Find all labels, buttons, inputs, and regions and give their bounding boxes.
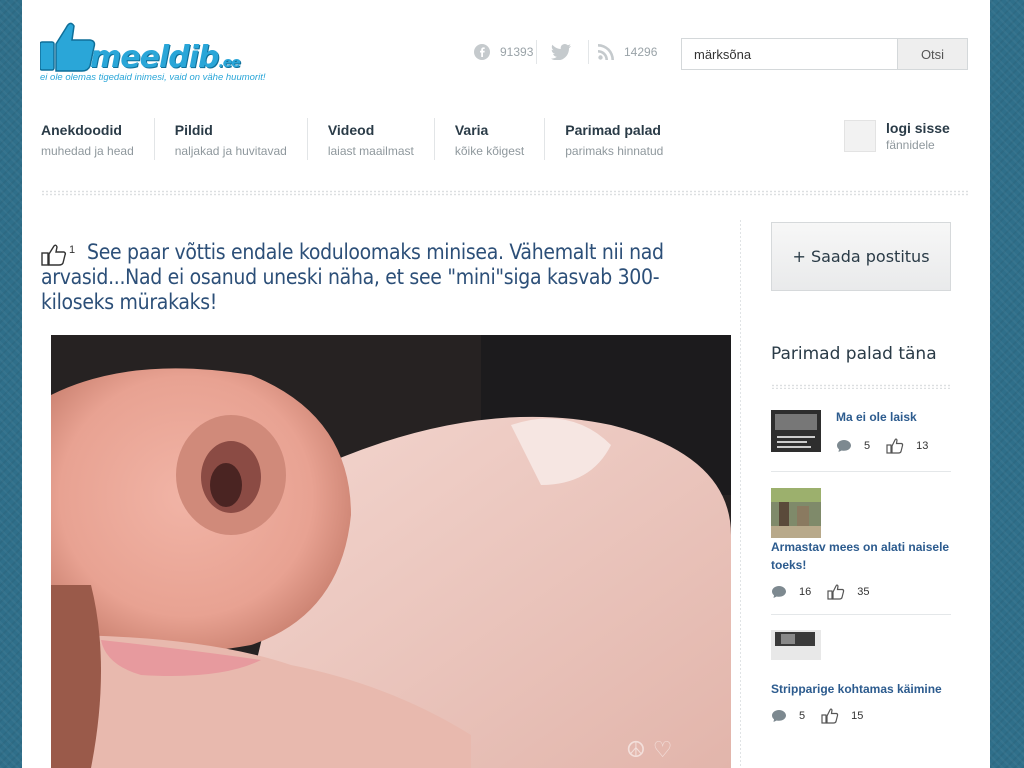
logo-word: meeldib xyxy=(90,40,219,75)
divider xyxy=(771,471,951,472)
comment-icon xyxy=(772,586,786,598)
item-thumbnail[interactable] xyxy=(771,630,821,660)
column-divider xyxy=(740,220,741,768)
avatar xyxy=(844,120,876,152)
like-count: 15 xyxy=(851,710,864,722)
logo-wordmark: meeldib.ee xyxy=(90,40,241,75)
nav-item-varia[interactable]: Varia kõike kõigest xyxy=(454,118,546,160)
nav-item-title: Pildid xyxy=(174,122,213,138)
item-title[interactable]: Stripparige kohtamas käimine xyxy=(771,680,951,698)
nav-item-subtitle: kõike kõigest xyxy=(454,144,525,158)
like-count: 13 xyxy=(916,440,929,452)
logo-tld: .ee xyxy=(218,55,240,71)
item-meta: 5 13 xyxy=(836,438,928,454)
svg-text:☮ ♡: ☮ ♡ xyxy=(626,738,672,763)
nav-item-subtitle: parimaks hinnatud xyxy=(565,144,664,158)
item-thumbnail[interactable] xyxy=(771,410,821,452)
twitter-icon xyxy=(551,44,571,60)
main-nav: Anekdoodid muhedad ja head Pildid naljak… xyxy=(41,118,703,160)
rss-count: 14296 xyxy=(624,45,658,59)
submit-post-button[interactable]: + Saada postitus xyxy=(771,222,951,291)
search-button[interactable]: Otsi xyxy=(897,39,967,69)
post-header: 1 See paar võttis endale koduloomaks min… xyxy=(41,240,721,315)
list-item[interactable]: Armastav mees on alati naisele toeks! 16… xyxy=(771,488,951,600)
thumbnail-image xyxy=(771,488,821,538)
item-meta: 5 15 xyxy=(771,708,951,724)
nav-item-parimad-palad[interactable]: Parimad palad parimaks hinnatud xyxy=(565,118,683,160)
section-divider xyxy=(771,384,951,389)
item-title[interactable]: Armastav mees on alati naisele toeks! xyxy=(771,538,951,574)
nav-item-title: Videod xyxy=(327,122,375,138)
nav-item-title: Anekdoodid xyxy=(41,122,122,138)
nav-item-pildid[interactable]: Pildid naljakad ja huvitavad xyxy=(175,118,308,160)
list-item[interactable]: Stripparige kohtamas käimine 5 15 xyxy=(771,630,951,724)
thumbs-up-icon xyxy=(41,244,67,266)
thumbnail-image xyxy=(771,410,821,452)
divider xyxy=(588,40,589,64)
rss-icon xyxy=(598,44,614,60)
comment-count: 5 xyxy=(864,440,871,452)
rss-counter[interactable]: 14296 xyxy=(598,44,657,60)
site-logo[interactable]: meeldib.ee ei ole olemas tigedaid inimes… xyxy=(40,18,270,88)
post-image[interactable]: ☮ ♡ xyxy=(51,335,731,768)
login-link[interactable]: logi sisse fännidele xyxy=(844,120,950,152)
comment-icon xyxy=(837,440,851,452)
search-input[interactable] xyxy=(682,39,897,69)
twitter-link[interactable] xyxy=(550,44,582,60)
page-container: meeldib.ee ei ole olemas tigedaid inimes… xyxy=(22,0,990,768)
thumbs-up-icon xyxy=(827,584,845,600)
thumbs-up-icon xyxy=(821,708,839,724)
nav-item-title: Parimad palad xyxy=(565,122,661,138)
facebook-counter[interactable]: 91393 xyxy=(474,44,533,60)
like-count: 35 xyxy=(857,586,870,598)
facebook-count: 91393 xyxy=(500,45,534,59)
like-count: 1 xyxy=(69,244,76,256)
login-title: logi sisse xyxy=(886,120,950,136)
divider xyxy=(771,614,951,615)
facebook-icon xyxy=(474,44,490,60)
nav-item-videod[interactable]: Videod laiast maailmast xyxy=(328,118,435,160)
comment-count: 5 xyxy=(799,710,806,722)
nav-item-anekdoodid[interactable]: Anekdoodid muhedad ja head xyxy=(41,118,155,160)
item-meta: 16 35 xyxy=(771,584,951,600)
comment-icon xyxy=(772,710,786,722)
post-title[interactable]: See paar võttis endale koduloomaks minis… xyxy=(41,240,721,315)
nav-item-subtitle: laiast maailmast xyxy=(327,144,414,158)
site-tagline: ei ole olemas tigedaid inimesi, vaid on … xyxy=(40,72,266,83)
login-subtitle: fännidele xyxy=(886,138,935,152)
best-today-heading: Parimad palad täna xyxy=(771,344,937,364)
search-box: Otsi xyxy=(681,38,968,70)
divider xyxy=(536,40,537,64)
item-title[interactable]: Ma ei ole laisk xyxy=(836,408,951,426)
like-button[interactable]: 1 xyxy=(41,244,75,266)
pig-photo: ☮ ♡ xyxy=(51,335,731,768)
thumbnail-image xyxy=(771,630,821,660)
nav-item-subtitle: naljakad ja huvitavad xyxy=(174,144,287,158)
header-divider xyxy=(41,190,969,196)
nav-item-subtitle: muhedad ja head xyxy=(41,144,134,158)
item-thumbnail[interactable] xyxy=(771,488,821,538)
nav-item-title: Varia xyxy=(454,122,489,138)
comment-count: 16 xyxy=(799,586,812,598)
thumbs-up-icon xyxy=(886,438,904,454)
